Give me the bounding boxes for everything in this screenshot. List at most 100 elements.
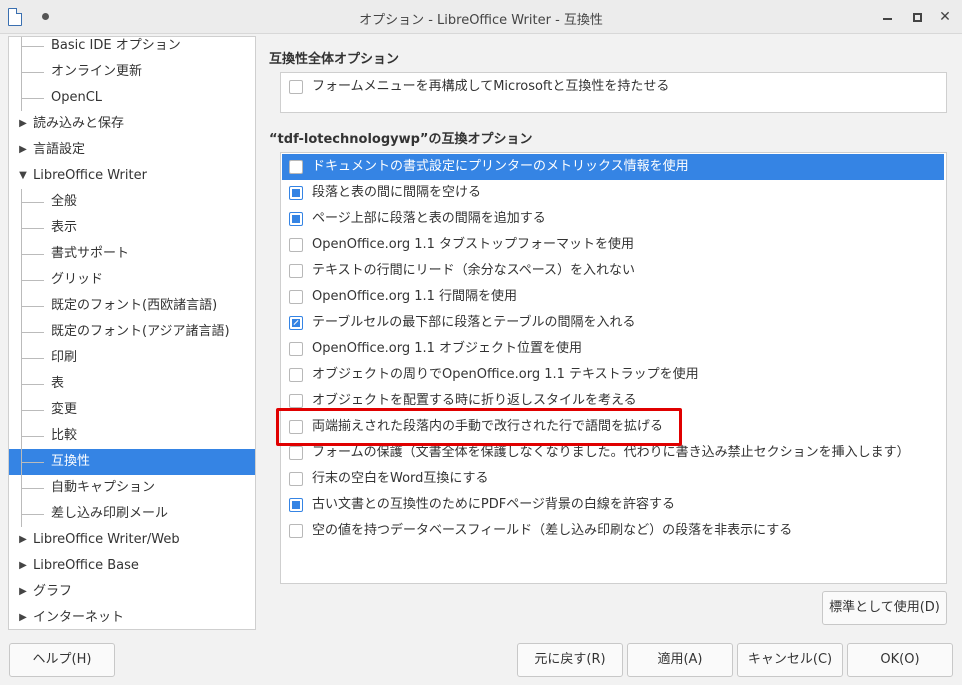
tree-item[interactable]: 差し込み印刷メール: [9, 501, 255, 527]
tree-item[interactable]: 書式サポート: [9, 241, 255, 267]
tree-connector: [22, 410, 44, 411]
ok-button[interactable]: OK(O): [847, 643, 953, 677]
close-button[interactable]: ✕: [936, 8, 954, 26]
checkbox[interactable]: [289, 420, 303, 434]
tree-connector: [22, 254, 44, 255]
option-label: 行末の空白をWord互換にする: [312, 471, 489, 486]
tree-item[interactable]: ▶ LibreOffice Base: [9, 553, 255, 579]
tree-item[interactable]: オンライン更新: [9, 59, 255, 85]
option-row[interactable]: テーブルセルの最下部に段落とテーブルの間隔を入れる: [282, 310, 944, 336]
checkbox[interactable]: [289, 342, 303, 356]
option-label: ページ上部に段落と表の間隔を追加する: [312, 211, 546, 226]
tree-item[interactable]: ▶ 言語設定: [9, 137, 255, 163]
checkbox[interactable]: [289, 80, 303, 94]
checkbox[interactable]: [289, 524, 303, 538]
reset-button[interactable]: 元に戻す(R): [517, 643, 623, 677]
expand-right-icon[interactable]: ▶: [17, 605, 29, 629]
tree-item-label: グラフ: [33, 584, 73, 599]
checkbox[interactable]: [289, 316, 303, 330]
tree-item[interactable]: グリッド: [9, 267, 255, 293]
option-label: OpenOffice.org 1.1 行間隔を使用: [312, 289, 518, 304]
checkbox[interactable]: [289, 264, 303, 278]
options-tree[interactable]: Basic IDE オプション オンライン更新 OpenCL ▶ 読み込みと保存 ▶ 言語設…: [8, 36, 256, 630]
tree-item[interactable]: ▶ 読み込みと保存: [9, 111, 255, 137]
option-label: オブジェクトを配置する時に折り返しスタイルを考える: [312, 393, 637, 408]
tree-item[interactable]: 既定のフォント(西欧諸言語): [9, 293, 255, 319]
option-row[interactable]: テキストの行間にリード（余分なスペース）を入れない: [282, 258, 944, 284]
option-row[interactable]: OpenOffice.org 1.1 オブジェクト位置を使用: [282, 336, 944, 362]
tree-item[interactable]: 印刷: [9, 345, 255, 371]
tree-item-label: 全般: [51, 194, 78, 209]
tree-item[interactable]: 比較: [9, 423, 255, 449]
option-row[interactable]: フォームの保護（文書全体を保護しなくなりました。代わりに書き込み禁止セクションを…: [282, 440, 944, 466]
tree-item[interactable]: Basic IDE オプション: [9, 37, 255, 59]
tree-connector: [22, 306, 44, 307]
tree-item-label: 表: [51, 376, 65, 391]
expand-right-icon[interactable]: ▶: [17, 579, 29, 605]
option-row[interactable]: 行末の空白をWord互換にする: [282, 466, 944, 492]
option-row[interactable]: 空の値を持つデータベースフィールド（差し込み印刷など）の段落を非表示にする: [282, 518, 944, 544]
use-as-default-button[interactable]: 標準として使用(D): [822, 591, 947, 625]
checkbox[interactable]: [289, 160, 303, 174]
tree-item[interactable]: 互換性: [9, 449, 255, 475]
tree-item-label: グリッド: [51, 272, 104, 287]
tree-item[interactable]: 変更: [9, 397, 255, 423]
tree-connector: [22, 228, 44, 229]
tree-item[interactable]: 表示: [9, 215, 255, 241]
tree-item-label: 印刷: [51, 350, 78, 365]
option-row[interactable]: OpenOffice.org 1.1 行間隔を使用: [282, 284, 944, 310]
option-row[interactable]: フォームメニューを再構成してMicrosoftと互換性を持たせる: [282, 74, 944, 100]
option-label: 両端揃えされた段落内の手動で改行された行で語間を拡げる: [312, 419, 664, 434]
expand-down-icon[interactable]: ▼: [17, 163, 29, 189]
checkbox[interactable]: [289, 212, 303, 226]
tree-item[interactable]: ▶ インターネット: [9, 605, 255, 629]
tree-item[interactable]: OpenCL: [9, 85, 255, 111]
option-row[interactable]: 古い文書との互換性のためにPDFページ背景の白線を許容する: [282, 492, 944, 518]
help-button[interactable]: ヘルプ(H): [9, 643, 115, 677]
apply-button[interactable]: 適用(A): [627, 643, 733, 677]
tree-connector: [22, 72, 44, 73]
tree-item[interactable]: 全般: [9, 189, 255, 215]
checkbox[interactable]: [289, 394, 303, 408]
checkbox[interactable]: [289, 446, 303, 460]
option-row[interactable]: ページ上部に段落と表の間隔を追加する: [282, 206, 944, 232]
tree-item[interactable]: 表: [9, 371, 255, 397]
tree-item[interactable]: ▶ グラフ: [9, 579, 255, 605]
checkbox[interactable]: [289, 368, 303, 382]
option-label: テキストの行間にリード（余分なスペース）を入れない: [312, 263, 636, 278]
checkbox[interactable]: [289, 238, 303, 252]
tree-item[interactable]: 自動キャプション: [9, 475, 255, 501]
checkbox[interactable]: [289, 186, 303, 200]
document-options-list[interactable]: ドキュメントの書式設定にプリンターのメトリックス情報を使用段落と表の間に間隔を空…: [280, 152, 947, 584]
tree-connector: [22, 358, 44, 359]
tree-item-label: 自動キャプション: [51, 480, 156, 495]
checkbox[interactable]: [289, 290, 303, 304]
tree-item-label: 既定のフォント(アジア諸言語): [51, 324, 230, 339]
tree-connector: [22, 384, 44, 385]
tree-connector: [22, 98, 44, 99]
option-label: フォームメニューを再構成してMicrosoftと互換性を持たせる: [312, 79, 670, 94]
option-row[interactable]: オブジェクトの周りでOpenOffice.org 1.1 テキストラップを使用: [282, 362, 944, 388]
checkbox[interactable]: [289, 498, 303, 512]
option-row[interactable]: 段落と表の間に間隔を空ける: [282, 180, 944, 206]
option-label: 段落と表の間に間隔を空ける: [312, 185, 482, 200]
expand-right-icon[interactable]: ▶: [17, 111, 29, 137]
maximize-button[interactable]: [908, 8, 926, 26]
expand-right-icon[interactable]: ▶: [17, 137, 29, 163]
close-icon: ✕: [939, 9, 951, 25]
tree-item[interactable]: ▶ LibreOffice Writer/Web: [9, 527, 255, 553]
option-row[interactable]: OpenOffice.org 1.1 タブストップフォーマットを使用: [282, 232, 944, 258]
minimize-button[interactable]: [878, 8, 896, 26]
option-row[interactable]: 両端揃えされた段落内の手動で改行された行で語間を拡げる: [282, 414, 944, 440]
cancel-button[interactable]: キャンセル(C): [737, 643, 843, 677]
option-row[interactable]: ドキュメントの書式設定にプリンターのメトリックス情報を使用: [282, 154, 944, 180]
tree-item[interactable]: ▼ LibreOffice Writer: [9, 163, 255, 189]
expand-right-icon[interactable]: ▶: [17, 553, 29, 579]
tree-item[interactable]: 既定のフォント(アジア諸言語): [9, 319, 255, 345]
expand-right-icon[interactable]: ▶: [17, 527, 29, 553]
checkbox[interactable]: [289, 472, 303, 486]
tree-item-label: LibreOffice Writer: [33, 168, 147, 183]
option-row[interactable]: オブジェクトを配置する時に折り返しスタイルを考える: [282, 388, 944, 414]
tree-item-label: OpenCL: [51, 90, 103, 105]
tree-item-label: 互換性: [51, 454, 91, 469]
